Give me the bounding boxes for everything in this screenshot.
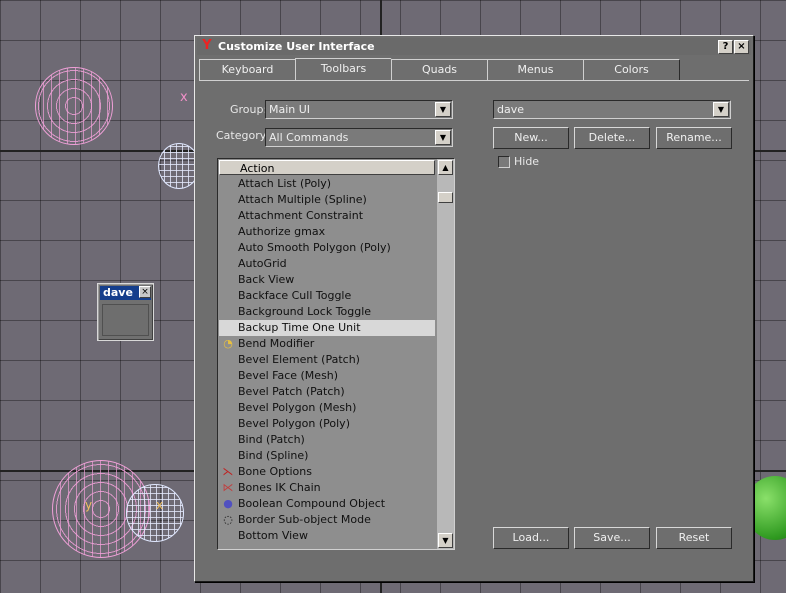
group-dropdown[interactable]: Main UI ▼ — [265, 100, 453, 119]
chevron-down-icon[interactable]: ▼ — [713, 102, 729, 117]
list-item[interactable]: Bevel Polygon (Mesh) — [219, 400, 435, 416]
list-item[interactable]: AutoGrid — [219, 256, 435, 272]
dialog-title: Customize User Interface — [218, 40, 375, 53]
floating-toolbar-body — [102, 304, 149, 336]
hide-label: Hide — [514, 155, 540, 168]
list-item-label: Bevel Face (Mesh) — [238, 369, 339, 382]
border-icon: ◌ — [223, 513, 233, 526]
tab-quads[interactable]: Quads — [391, 59, 488, 80]
axis-label: x — [156, 498, 164, 512]
list-item-label: Bone Options — [238, 465, 312, 478]
list-header-action[interactable]: Action — [219, 160, 435, 175]
reset-button[interactable]: Reset — [656, 527, 732, 549]
chevron-down-icon[interactable]: ▼ — [435, 102, 451, 117]
category-value: All Commands — [269, 131, 349, 144]
toolbar-dropdown[interactable]: dave ▼ — [493, 100, 731, 119]
toolbar-value: dave — [497, 103, 525, 116]
bone-icon: ⋋ — [222, 465, 234, 478]
tab-menus[interactable]: Menus — [487, 59, 584, 80]
list-item-label: Bottom View — [238, 529, 308, 542]
category-label: Category: — [216, 129, 270, 142]
list-item-label: Bind (Patch) — [238, 433, 305, 446]
group-value: Main UI — [269, 103, 311, 116]
tab-bar: Keyboard Toolbars Quads Menus Colors — [199, 58, 749, 81]
tab-divider — [199, 80, 749, 81]
list-item[interactable]: Bottom View — [219, 528, 435, 544]
group-label: Group: — [230, 103, 268, 116]
tab-toolbars[interactable]: Toolbars — [295, 58, 392, 81]
tab-keyboard[interactable]: Keyboard — [199, 59, 296, 80]
hide-checkbox[interactable] — [498, 156, 510, 168]
list-item-label: Bevel Patch (Patch) — [238, 385, 345, 398]
ik-chain-icon: ⋉ — [222, 481, 234, 494]
list-item-label: Attach Multiple (Spline) — [238, 193, 367, 206]
list-item-label: Bones IK Chain — [238, 481, 321, 494]
list-item-label: AutoGrid — [238, 257, 287, 270]
scroll-thumb[interactable] — [438, 192, 453, 203]
axis-label: y — [85, 498, 93, 512]
list-item[interactable]: Bevel Polygon (Poly) — [219, 416, 435, 432]
list-item[interactable]: Bevel Face (Mesh) — [219, 368, 435, 384]
list-item-label: Background Lock Toggle — [238, 305, 372, 318]
app-logo-icon: Y — [202, 38, 212, 53]
close-button[interactable]: × — [734, 40, 749, 54]
list-item-label: Bevel Polygon (Poly) — [238, 417, 350, 430]
list-item-label: Bind (Spline) — [238, 449, 309, 462]
close-icon[interactable]: × — [139, 286, 151, 298]
list-item[interactable]: Bind (Patch) — [219, 432, 435, 448]
list-item[interactable]: Auto Smooth Polygon (Poly) — [219, 240, 435, 256]
list-item[interactable]: Bevel Element (Patch) — [219, 352, 435, 368]
list-item[interactable]: Background Lock Toggle — [219, 304, 435, 320]
list-item-label: Border Sub-object Mode — [238, 513, 371, 526]
tab-colors[interactable]: Colors — [583, 59, 680, 80]
list-item[interactable]: Backface Cull Toggle — [219, 288, 435, 304]
list-item-label: Backface Cull Toggle — [238, 289, 352, 302]
list-item[interactable]: Attachment Constraint — [219, 208, 435, 224]
list-item-label: Backup Time One Unit — [238, 321, 361, 334]
list-item-label: Attach List (Poly) — [238, 177, 332, 190]
chevron-down-icon[interactable]: ▼ — [435, 130, 451, 145]
white-wire-sphere[interactable] — [126, 484, 184, 542]
save-button[interactable]: Save... — [574, 527, 650, 549]
list-item-label: Attachment Constraint — [238, 209, 364, 222]
new-button[interactable]: New... — [493, 127, 569, 149]
load-button[interactable]: Load... — [493, 527, 569, 549]
axis-label: x — [180, 90, 188, 105]
list-item-label: Back View — [238, 273, 295, 286]
rename-button[interactable]: Rename... — [656, 127, 732, 149]
help-button[interactable]: ? — [718, 40, 733, 54]
list-item[interactable]: Back View — [219, 272, 435, 288]
dialog-title-bar[interactable]: Y Customize User Interface ? × — [197, 38, 751, 55]
action-list[interactable]: Action Attach List (Poly) Attach Multiple… — [217, 158, 455, 550]
list-item[interactable]: ◌ Border Sub-object Mode — [219, 512, 435, 528]
list-item-label: Auto Smooth Polygon (Poly) — [238, 241, 391, 254]
scroll-down-icon[interactable]: ▼ — [438, 533, 453, 548]
list-item-label: Authorize gmax — [238, 225, 326, 238]
list-item[interactable]: ⋉ Bones IK Chain — [219, 480, 435, 496]
customize-ui-dialog: Y Customize User Interface ? × Keyboard … — [194, 35, 754, 582]
list-item[interactable]: Attach Multiple (Spline) — [219, 192, 435, 208]
list-item[interactable]: Backup Time One Unit — [219, 320, 435, 336]
scroll-up-icon[interactable]: ▲ — [438, 160, 453, 175]
list-item-label: Boolean Compound Object — [238, 497, 386, 510]
list-item[interactable]: Bevel Patch (Patch) — [219, 384, 435, 400]
list-item[interactable]: ◔ Bend Modifier — [219, 336, 435, 352]
list-item[interactable]: Bind (Spline) — [219, 448, 435, 464]
pink-wire-sphere[interactable] — [35, 67, 113, 145]
list-item-label: Bend Modifier — [238, 337, 315, 350]
bend-icon: ◔ — [223, 337, 233, 350]
list-item[interactable]: ● Boolean Compound Object — [219, 496, 435, 512]
floating-toolbar-dave[interactable]: dave × — [97, 283, 154, 341]
list-items: Attach List (Poly) Attach Multiple (Splin… — [219, 176, 435, 544]
list-item-label: Bevel Element (Patch) — [238, 353, 360, 366]
list-item-label: Bevel Polygon (Mesh) — [238, 401, 357, 414]
list-item[interactable]: Attach List (Poly) — [219, 176, 435, 192]
category-dropdown[interactable]: All Commands ▼ — [265, 128, 453, 147]
list-item[interactable]: ⋋ Bone Options — [219, 464, 435, 480]
list-item[interactable]: Authorize gmax — [219, 224, 435, 240]
delete-button[interactable]: Delete... — [574, 127, 650, 149]
boolean-icon: ● — [223, 497, 233, 510]
list-scrollbar[interactable]: ▲ ▼ — [437, 159, 454, 549]
